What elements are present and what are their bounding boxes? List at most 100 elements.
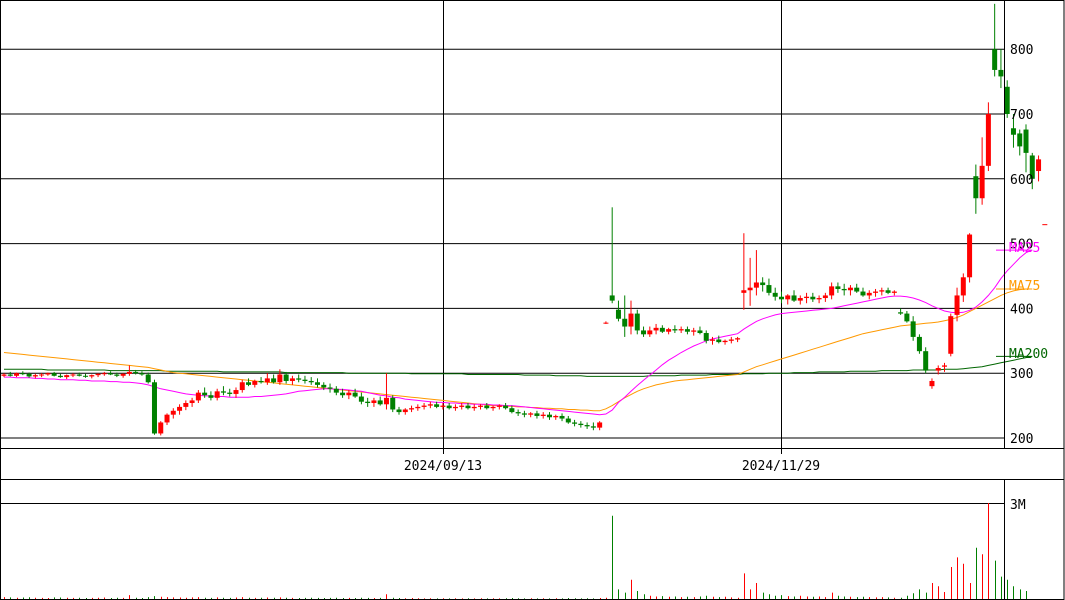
candle-body bbox=[615, 309, 621, 319]
candle-body bbox=[572, 422, 578, 424]
candle-body bbox=[691, 330, 697, 332]
candle-body bbox=[7, 374, 13, 376]
candle-body bbox=[923, 351, 929, 371]
price-tick-label-300: 300 bbox=[1010, 367, 1033, 382]
candle-body bbox=[873, 291, 879, 293]
candle-body bbox=[559, 415, 565, 419]
candle-body bbox=[446, 405, 452, 409]
candle-body bbox=[659, 327, 665, 332]
chart-background bbox=[0, 0, 1065, 600]
candle-body bbox=[70, 374, 76, 376]
candle-body bbox=[672, 329, 678, 331]
candle-body bbox=[804, 296, 810, 299]
candle-body bbox=[139, 373, 145, 375]
candle-body bbox=[666, 329, 672, 332]
candle-body bbox=[145, 374, 151, 383]
candle-body bbox=[101, 373, 107, 375]
candle-body bbox=[866, 292, 872, 296]
candle-body bbox=[797, 298, 803, 301]
candle bbox=[967, 233, 973, 283]
candle-body bbox=[64, 375, 70, 378]
candle-body bbox=[440, 405, 446, 407]
candle bbox=[923, 347, 929, 374]
candle-body bbox=[1, 374, 7, 376]
candle-body bbox=[258, 380, 264, 383]
candle-body bbox=[377, 400, 383, 405]
candle-body bbox=[220, 391, 226, 393]
candle-body bbox=[183, 403, 189, 407]
candle-body bbox=[597, 422, 603, 428]
candle-body bbox=[778, 296, 784, 300]
candle-body bbox=[998, 69, 1004, 77]
candle-body bbox=[741, 290, 747, 293]
candle-body bbox=[647, 330, 653, 335]
candle-body bbox=[697, 330, 703, 334]
price-tick-label-200: 200 bbox=[1010, 432, 1033, 447]
candle-body bbox=[929, 380, 935, 387]
candle-body bbox=[233, 390, 239, 394]
price-tick-label-800: 800 bbox=[1010, 43, 1033, 58]
candle-body bbox=[879, 290, 885, 292]
candle-body bbox=[340, 392, 346, 396]
candle-body bbox=[126, 371, 132, 374]
candle-body bbox=[509, 408, 515, 413]
legend-ma200: MA200 bbox=[1009, 347, 1048, 362]
candle-body bbox=[277, 374, 283, 383]
stock-chart: 200300400500600700800 2024/09/13 2024/11/… bbox=[0, 0, 1065, 600]
candle-body bbox=[854, 287, 860, 292]
candle-body bbox=[979, 165, 985, 199]
candle-body bbox=[753, 282, 759, 288]
candle bbox=[916, 334, 922, 354]
candle-body bbox=[503, 405, 509, 409]
candle-body bbox=[747, 287, 753, 291]
candle-body bbox=[164, 414, 170, 423]
candle-body bbox=[57, 375, 63, 378]
candle-body bbox=[653, 327, 659, 331]
candle-body bbox=[942, 365, 947, 367]
candle-body bbox=[810, 296, 816, 300]
candle-body bbox=[409, 408, 415, 410]
candle-body bbox=[916, 336, 922, 352]
candle-body bbox=[465, 405, 471, 409]
candle-body bbox=[641, 330, 647, 335]
candle-body bbox=[239, 382, 245, 391]
candle-body bbox=[76, 374, 82, 376]
candle-body bbox=[603, 322, 609, 324]
candle bbox=[948, 313, 954, 357]
candle-body bbox=[264, 378, 270, 383]
candle-body bbox=[383, 397, 389, 405]
candle-body bbox=[728, 339, 734, 341]
candle-body bbox=[114, 374, 120, 376]
candle-body bbox=[973, 176, 979, 199]
candle-body bbox=[841, 288, 847, 291]
candle-body bbox=[32, 375, 38, 377]
candle-body bbox=[822, 295, 828, 299]
volume-axis: 3M bbox=[1010, 498, 1026, 513]
candle-body bbox=[534, 413, 540, 416]
candle-body bbox=[1042, 224, 1048, 226]
candle-body bbox=[716, 339, 722, 343]
candle-body bbox=[628, 313, 634, 327]
candle-body bbox=[202, 392, 208, 396]
candle-body bbox=[471, 406, 477, 409]
candle-body bbox=[634, 313, 640, 331]
candle-body bbox=[478, 405, 484, 407]
candle-body bbox=[967, 234, 973, 278]
candle-body bbox=[1010, 128, 1016, 135]
candle-body bbox=[151, 382, 157, 434]
candle-body bbox=[722, 340, 728, 343]
candle-body bbox=[51, 373, 57, 376]
candle-body bbox=[590, 426, 596, 428]
candle-body bbox=[133, 371, 139, 374]
candle-body bbox=[735, 338, 741, 340]
candle-body bbox=[484, 405, 490, 409]
candle-body bbox=[546, 414, 552, 418]
legend-ma75: MA75 bbox=[1009, 279, 1040, 294]
legend-ma25: MA25 bbox=[1009, 241, 1040, 256]
candle-body bbox=[195, 392, 201, 401]
candle-body bbox=[421, 405, 427, 407]
date-label-2: 2024/11/29 bbox=[742, 459, 820, 474]
candle-body bbox=[684, 329, 690, 332]
candle-body bbox=[315, 382, 320, 385]
candle-body bbox=[189, 400, 195, 404]
